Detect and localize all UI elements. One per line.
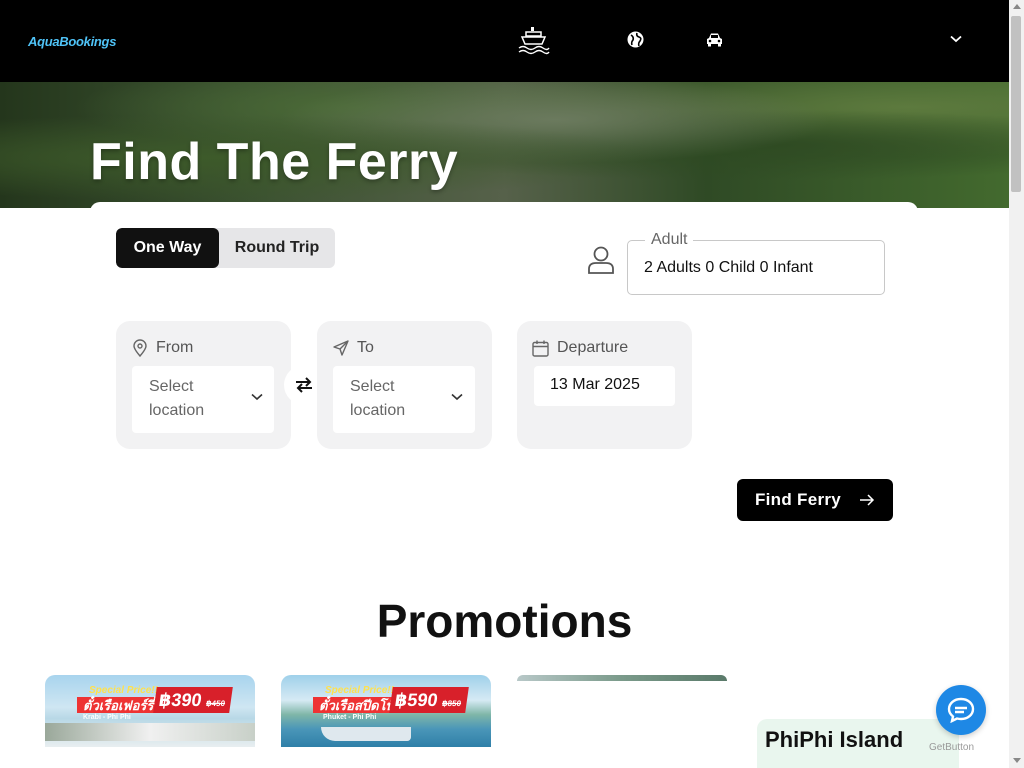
one-way-button[interactable]: One Way xyxy=(116,228,219,268)
promo-price: ฿590 ฿850 xyxy=(389,687,469,713)
to-label: To xyxy=(357,339,374,356)
round-trip-button[interactable]: Round Trip xyxy=(219,228,335,268)
map-pin-icon xyxy=(133,339,147,357)
globe-icon xyxy=(627,31,644,47)
promotions-heading: Promotions xyxy=(376,595,633,647)
destination-title: PhiPhi Island xyxy=(765,727,904,752)
getbutton-label: GetButton xyxy=(929,742,975,753)
promo-price-value: ฿590 xyxy=(393,690,439,710)
nav-ferry[interactable]: Ferry xyxy=(517,24,595,56)
ferry-photo xyxy=(45,723,255,741)
departure-label-row: Departure xyxy=(532,339,628,357)
find-ferry-label: Find Ferry xyxy=(754,490,842,509)
departure-date-value: 13 Mar 2025 xyxy=(550,376,640,393)
language-selector[interactable]: EN xyxy=(916,30,962,48)
trip-type-toggle: One Way Round Trip xyxy=(116,228,335,268)
nav-taxi[interactable]: Taxi xyxy=(706,30,759,48)
scroll-up-arrow[interactable] xyxy=(1013,4,1021,9)
chevron-down-icon xyxy=(451,393,463,401)
scrollbar-thumb[interactable] xyxy=(1011,16,1021,192)
promo-card[interactable]: Special Price!! ตั๋วเรือเฟอร์รี่ Krabi -… xyxy=(45,675,255,768)
nav-ferry-label: Ferry xyxy=(558,27,596,44)
promo-price-value: ฿390 xyxy=(157,690,203,710)
nav-news-blog[interactable]: News and Blog xyxy=(784,30,892,48)
promo-price: ฿390 ฿450 xyxy=(153,687,233,713)
promo-route: Phuket - Phi Phi xyxy=(323,714,377,721)
ferry-icon xyxy=(518,27,550,55)
chat-icon xyxy=(947,697,975,723)
swap-icon xyxy=(296,377,312,393)
send-icon xyxy=(333,340,349,356)
promo-old-price: ฿450 xyxy=(205,699,226,708)
arrow-right-icon xyxy=(860,494,875,506)
site-logo[interactable]: AquaBookings xyxy=(28,34,116,49)
promo-route: Krabi - Phi Phi xyxy=(83,714,131,721)
passenger-label: Adult xyxy=(645,231,694,249)
from-placeholder: Select location xyxy=(149,378,205,419)
getbutton-credit[interactable]: GetButton xyxy=(929,742,974,753)
from-label: From xyxy=(156,339,194,356)
speedboat-photo xyxy=(321,727,411,741)
nav-tour-label: Tour xyxy=(652,30,684,47)
chevron-down-icon xyxy=(251,393,263,401)
from-label-row: From xyxy=(132,339,193,357)
promo-title: ตั๋วเรือเฟอร์รี่ xyxy=(77,697,160,713)
scroll-down-arrow[interactable] xyxy=(1013,758,1021,763)
language-label: EN xyxy=(916,30,939,47)
find-ferry-button[interactable]: Find Ferry xyxy=(737,479,893,521)
promo-old-price: ฿850 xyxy=(441,699,462,708)
user-icon xyxy=(588,246,614,274)
chevron-down-icon xyxy=(950,35,962,43)
promo-card[interactable]: Special Price!! ตั๋วเรือสปีดโบ๊ท Phuket … xyxy=(281,675,491,768)
nav-taxi-label: Taxi xyxy=(731,30,760,47)
car-icon xyxy=(707,33,722,46)
page-title: Find The Ferry xyxy=(90,133,459,191)
to-label-row: To xyxy=(333,339,374,357)
nav-tour[interactable]: Tour xyxy=(627,30,683,48)
passenger-value: 2 Adults 0 Child 0 Infant xyxy=(644,259,813,276)
promo-card[interactable] xyxy=(517,675,727,681)
chat-button[interactable] xyxy=(936,685,986,735)
departure-label: Departure xyxy=(557,339,629,356)
calendar-icon xyxy=(532,340,549,357)
nav-news-label: News and Blog xyxy=(784,30,892,47)
to-placeholder: Select location xyxy=(350,378,406,419)
